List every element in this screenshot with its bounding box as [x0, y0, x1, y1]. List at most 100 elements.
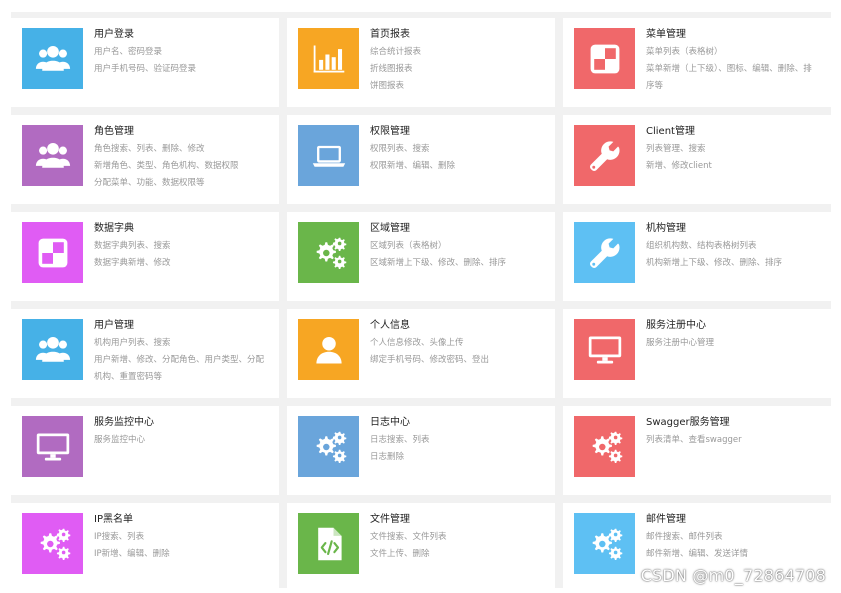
module-card[interactable]: 首页报表 综合统计报表 折线图报表 饼图报表 [287, 18, 555, 107]
module-card[interactable]: 菜单管理菜单列表（表格树） 菜单新增（上下级）、图标、编辑、删除、排 序等 [563, 18, 831, 107]
module-title: 日志中心 [370, 417, 410, 428]
module-card-text: 机构管理组织机构数、结构表格树列表机构新增上下级、修改、删除、排序 [646, 222, 821, 272]
module-card[interactable]: IP黑名单 IP搜索、列表 IP新增、编辑、删除 [11, 503, 279, 592]
module-description-line: 机构、重置密码等 [94, 372, 163, 382]
wrench-icon [574, 125, 635, 186]
module-description-line: 文件上传、删除 [370, 549, 430, 559]
module-description-line: 日志搜索、列表 [370, 435, 430, 445]
module-card-text: 用户登录用户名、密码登录用户手机号码、验证码登录 [94, 28, 269, 78]
module-description-line: 数据字典新增、修改 [94, 258, 171, 268]
module-card[interactable]: 机构管理组织机构数、结构表格树列表机构新增上下级、修改、删除、排序 [563, 212, 831, 301]
module-card[interactable]: Swagger服务管理列表清单、查看swagger [563, 406, 831, 495]
module-card-text: 服务监控中心 服务监控中心 [94, 416, 269, 449]
csdn-watermark: CSDN @m0_72864708 [640, 566, 826, 585]
module-description-line: 邮件新增、编辑、发送详情 [646, 549, 749, 559]
menu-grid-icon [22, 222, 83, 283]
module-card[interactable]: 个人信息个人信息修改、头像上传绑定手机号码、修改密码、登出 [287, 309, 555, 398]
module-title: 权限管理 [370, 126, 410, 137]
module-description-line: 组织机构数、结构表格树列表 [646, 241, 757, 251]
module-card-text: 角色管理 角色搜索、列表、删除、修改 新增角色、类型、角色机构、数据权限 分配菜单、功… [94, 125, 269, 192]
module-description-line: 服务注册中心管理 [646, 338, 715, 348]
module-description-line: 用户名、密码登录 [94, 47, 163, 57]
module-title: 区域管理 [370, 223, 410, 234]
module-card-text: 日志中心日志搜索、列表 日志删除 [370, 416, 545, 466]
module-description-line: 绑定手机号码、修改密码、登出 [370, 355, 490, 365]
module-title: 用户登录 [94, 29, 134, 40]
module-title: Swagger服务管理 [646, 417, 730, 428]
module-card[interactable]: 文件管理文件搜索、文件列表 文件上传、删除 [287, 503, 555, 592]
module-card[interactable]: 区域管理区域列表（表格树） 区域新增上下级、修改、删除、排序 [287, 212, 555, 301]
module-card-text: 用户管理 机构用户列表、搜索 用户新增、修改、分配角色、用户类型、分配 机构、重置密码… [94, 319, 269, 386]
module-description-line: 列表管理、搜索 [646, 144, 706, 154]
module-description-line: 分配菜单、功能、数据权限等 [94, 178, 205, 188]
code-file-icon [298, 513, 359, 574]
laptop-icon [298, 125, 359, 186]
module-description-line: 机构新增上下级、修改、删除、排序 [646, 258, 783, 268]
gears-icon [298, 416, 359, 477]
module-title: 首页报表 [370, 29, 410, 40]
module-title: 数据字典 [94, 223, 134, 234]
module-card[interactable]: 服务注册中心 服务注册中心管理 [563, 309, 831, 398]
module-card[interactable]: 角色管理 角色搜索、列表、删除、修改 新增角色、类型、角色机构、数据权限 分配菜单、功… [11, 115, 279, 204]
module-card[interactable]: 数据字典 数据字典列表、搜索 数据字典新增、修改 [11, 212, 279, 301]
module-card-text: 个人信息个人信息修改、头像上传绑定手机号码、修改密码、登出 [370, 319, 545, 369]
users-icon [22, 125, 83, 186]
module-card[interactable]: Client管理列表管理、搜索 新增、修改client [563, 115, 831, 204]
module-card[interactable]: 权限管理 权限列表、搜索 权限新增、编辑、删除 [287, 115, 555, 204]
module-title: 邮件管理 [646, 514, 686, 525]
module-card-text: 权限管理 权限列表、搜索 权限新增、编辑、删除 [370, 125, 545, 175]
module-title: 角色管理 [94, 126, 134, 137]
module-card-text: 区域管理区域列表（表格树） 区域新增上下级、修改、删除、排序 [370, 222, 545, 272]
module-description-line: 个人信息修改、头像上传 [370, 338, 464, 348]
gears-icon [574, 416, 635, 477]
module-description-line: IP新增、编辑、删除 [94, 549, 170, 559]
module-title: 菜单管理 [646, 29, 686, 40]
module-card-text: Client管理列表管理、搜索 新增、修改client [646, 125, 821, 175]
module-description-line: 文件搜索、文件列表 [370, 532, 447, 542]
module-description-line: 菜单新增（上下级）、图标、编辑、删除、排 [646, 64, 812, 74]
module-description-line: 用户手机号码、验证码登录 [94, 64, 197, 74]
module-description-line: 序等 [646, 81, 664, 91]
module-description-line: 新增角色、类型、角色机构、数据权限 [94, 161, 239, 171]
module-description-line: 列表清单、查看swagger [646, 435, 742, 445]
module-title: Client管理 [646, 126, 695, 137]
module-card[interactable]: 服务监控中心 服务监控中心 [11, 406, 279, 495]
module-title: IP黑名单 [94, 514, 133, 525]
module-card[interactable]: 用户管理 机构用户列表、搜索 用户新增、修改、分配角色、用户类型、分配 机构、重置密码… [11, 309, 279, 398]
module-description-line: 折线图报表 [370, 64, 413, 74]
module-card[interactable]: 用户登录用户名、密码登录用户手机号码、验证码登录 [11, 18, 279, 107]
module-title: 文件管理 [370, 514, 410, 525]
module-description-line: 新增、修改client [646, 161, 712, 171]
gears-icon [22, 513, 83, 574]
module-description-line: 权限列表、搜索 [370, 144, 430, 154]
module-description-line: IP搜索、列表 [94, 532, 145, 542]
module-description-line: 综合统计报表 [370, 47, 422, 57]
module-title: 服务监控中心 [94, 417, 154, 428]
module-title: 用户管理 [94, 320, 134, 331]
module-title: 机构管理 [646, 223, 686, 234]
module-description-line: 区域新增上下级、修改、删除、排序 [370, 258, 507, 268]
module-description-line: 用户新增、修改、分配角色、用户类型、分配 [94, 355, 265, 365]
gears-icon [298, 222, 359, 283]
user-icon [298, 319, 359, 380]
module-card[interactable]: 日志中心日志搜索、列表 日志删除 [287, 406, 555, 495]
module-description-line: 区域列表（表格树） [370, 241, 447, 251]
monitor-icon [22, 416, 83, 477]
module-card-text: 服务注册中心 服务注册中心管理 [646, 319, 821, 352]
module-card-text: Swagger服务管理列表清单、查看swagger [646, 416, 821, 449]
users-icon [22, 28, 83, 89]
module-card-text: 邮件管理邮件搜索、邮件列表邮件新增、编辑、发送详情 [646, 513, 821, 563]
module-description-line: 日志删除 [370, 452, 405, 462]
bar-chart-icon [298, 28, 359, 89]
module-title: 个人信息 [370, 320, 410, 331]
module-description-line: 邮件搜索、邮件列表 [646, 532, 723, 542]
gears-icon [574, 513, 635, 574]
module-description-line: 菜单列表（表格树） [646, 47, 723, 57]
module-title: 服务注册中心 [646, 320, 706, 331]
wrench-icon [574, 222, 635, 283]
monitor-icon [574, 319, 635, 380]
module-grid: 用户登录 用户名、密码登录 用户手机号码、验证码登录 首页报表 综合统计报表 折线图报表饼… [11, 12, 831, 592]
module-description-line: 服务监控中心 [94, 435, 146, 445]
module-card-text: 首页报表 综合统计报表 折线图报表 饼图报表 [370, 28, 545, 95]
users-icon [22, 319, 83, 380]
